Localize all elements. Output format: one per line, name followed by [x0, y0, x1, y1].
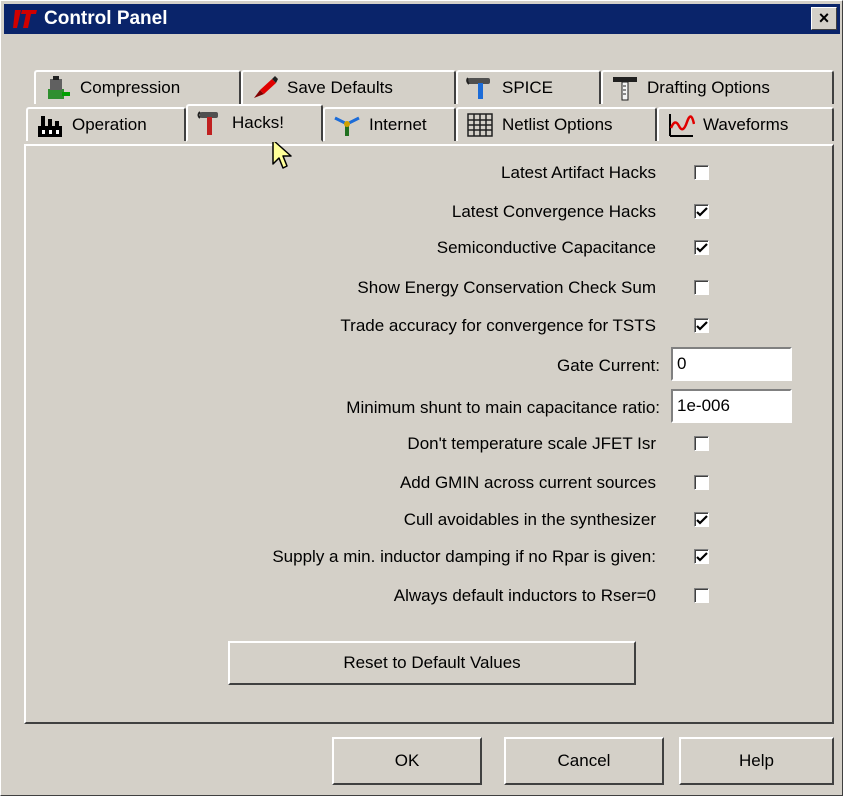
tab-label: Operation [72, 115, 147, 134]
checkmark-icon [696, 243, 708, 253]
gate-current-field[interactable] [671, 347, 792, 381]
tab-save-defaults[interactable]: Save Defaults [241, 70, 456, 104]
tab-label: SPICE [502, 78, 554, 97]
option-label: Minimum shunt to main capacitance ratio: [346, 398, 660, 417]
close-icon: × [818, 8, 830, 28]
option-label: Don't temperature scale JFET Isr [407, 434, 656, 453]
option-label: Trade accuracy for convergence for TSTS [340, 316, 656, 335]
tab-label: Netlist Options [502, 115, 613, 134]
inductor-damping-checkbox[interactable] [694, 549, 709, 564]
option-label: Always default inductors to Rser=0 [393, 586, 656, 605]
mouse-cursor-icon [272, 139, 292, 169]
inductor-rser-zero-checkbox[interactable] [694, 588, 709, 603]
hammer-icon [197, 111, 218, 135]
tab-netlist-options[interactable]: Netlist Options [456, 107, 657, 141]
ok-button[interactable]: OK [332, 737, 482, 785]
jfet-isr-checkbox[interactable] [694, 436, 709, 451]
gmin-current-sources-checkbox[interactable] [694, 475, 709, 490]
tab-label: Drafting Options [647, 78, 770, 97]
drafting-icon [613, 77, 637, 101]
reset-defaults-button[interactable]: Reset to Default Values [228, 641, 636, 685]
option-label: Show Energy Conservation Check Sum [357, 278, 656, 297]
latest-convergence-hacks-checkbox[interactable] [694, 204, 709, 219]
compression-clamp-icon [48, 76, 70, 99]
tab-compression[interactable]: Compression [34, 70, 241, 104]
trade-accuracy-tsts-checkbox[interactable] [694, 318, 709, 333]
cull-avoidables-checkbox[interactable] [694, 512, 709, 527]
option-label: Supply a min. inductor damping if no Rpa… [272, 547, 656, 566]
tab-internet[interactable]: Internet [323, 107, 456, 141]
tab-label: Hacks! [232, 113, 284, 132]
tab-label: Waveforms [703, 115, 789, 134]
title-bar[interactable]: Control Panel × [4, 4, 840, 34]
checkmark-icon [696, 321, 708, 331]
network-icon [334, 116, 360, 136]
tab-drafting-options[interactable]: Drafting Options [601, 70, 834, 104]
tab-waveforms[interactable]: Waveforms [657, 107, 834, 141]
checkmark-icon [696, 207, 708, 217]
close-button[interactable]: × [811, 7, 837, 30]
checkmark-icon [696, 515, 708, 525]
tab-operation[interactable]: Operation [26, 107, 186, 141]
checkmark-icon [696, 552, 708, 562]
latest-artifact-hacks-checkbox[interactable] [694, 165, 709, 180]
option-label: Semiconductive Capacitance [436, 238, 656, 257]
spice-hammer-icon [466, 77, 490, 99]
tab-label: Compression [80, 78, 181, 97]
semiconductive-capacitance-checkbox[interactable] [694, 240, 709, 255]
tab-hacks[interactable]: Hacks! [186, 104, 323, 142]
min-shunt-ratio-field[interactable] [671, 389, 792, 423]
option-label: Gate Current: [557, 356, 660, 375]
tab-label: Save Defaults [287, 78, 393, 97]
control-panel-window: Control Panel × Compression Save Default… [0, 0, 843, 796]
waveform-icon [669, 114, 695, 137]
tab-spice[interactable]: SPICE [456, 70, 601, 104]
save-defaults-icon [254, 76, 278, 98]
help-button[interactable]: Help [679, 737, 834, 785]
window-title: Control Panel [44, 8, 168, 29]
netlist-grid-icon [467, 113, 493, 137]
cancel-button[interactable]: Cancel [504, 737, 664, 785]
factory-icon [38, 116, 62, 137]
option-label: Cull avoidables in the synthesizer [403, 510, 656, 529]
option-label: Add GMIN across current sources [399, 473, 656, 492]
energy-check-sum-checkbox[interactable] [694, 280, 709, 295]
ltspice-logo-icon [13, 10, 37, 28]
hacks-panel: Latest Artifact Hacks Latest Convergence… [24, 139, 834, 724]
option-label: Latest Artifact Hacks [501, 163, 656, 182]
option-label: Latest Convergence Hacks [451, 202, 656, 221]
tab-label: Internet [369, 115, 427, 134]
